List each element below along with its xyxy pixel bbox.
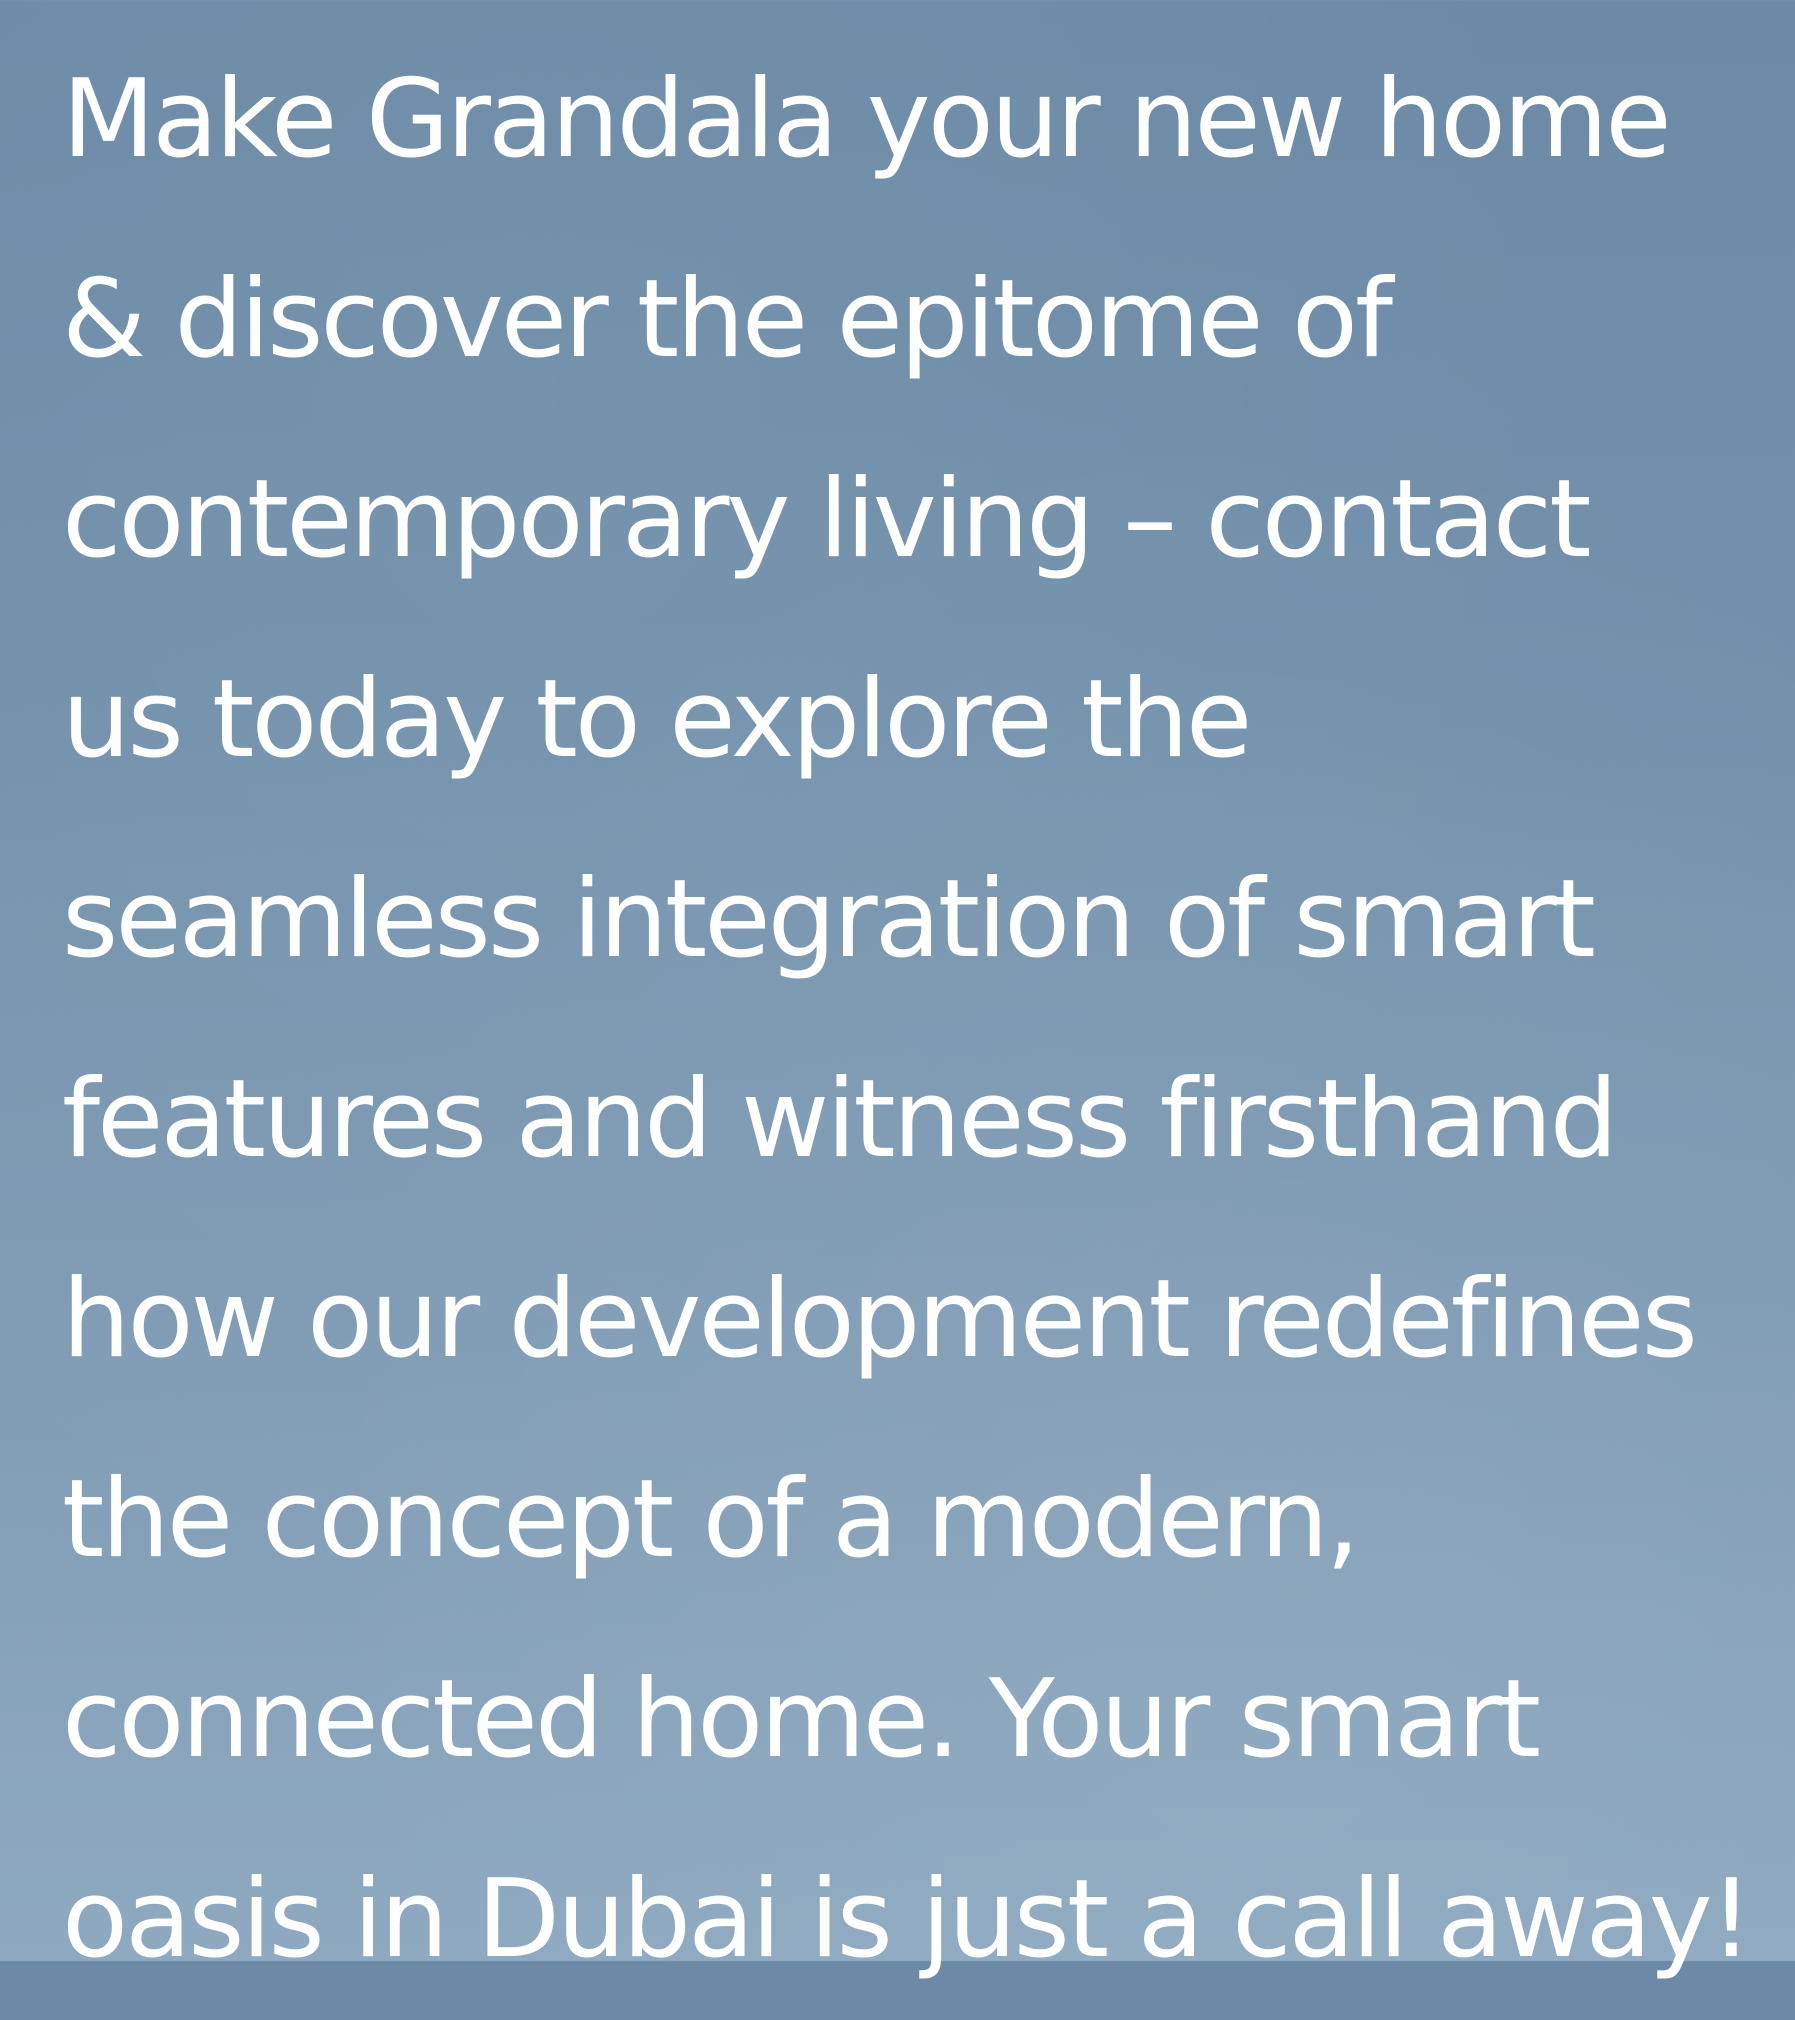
paragraph-line: how our development redefines xyxy=(62,1257,1698,1382)
paragraph-line: features and witness firsthand xyxy=(62,1057,1618,1182)
paragraph-line: oasis in Dubai is just a call away! xyxy=(62,1857,1753,1982)
paragraph-line: us today to explore the xyxy=(62,657,1252,782)
paragraph-line: & discover the epitome of xyxy=(62,257,1393,382)
paragraph-line: seamless integration of smart xyxy=(62,857,1596,982)
paragraph-line: the concept of a modern, xyxy=(62,1457,1360,1582)
paragraph-line: Make Grandala your new home xyxy=(62,57,1672,182)
paragraph-line: connected home. Your smart xyxy=(62,1657,1541,1782)
paragraph-line: contemporary living – contact xyxy=(62,457,1592,582)
promo-paragraph: Make Grandala your new home & discover t… xyxy=(62,20,1782,2020)
